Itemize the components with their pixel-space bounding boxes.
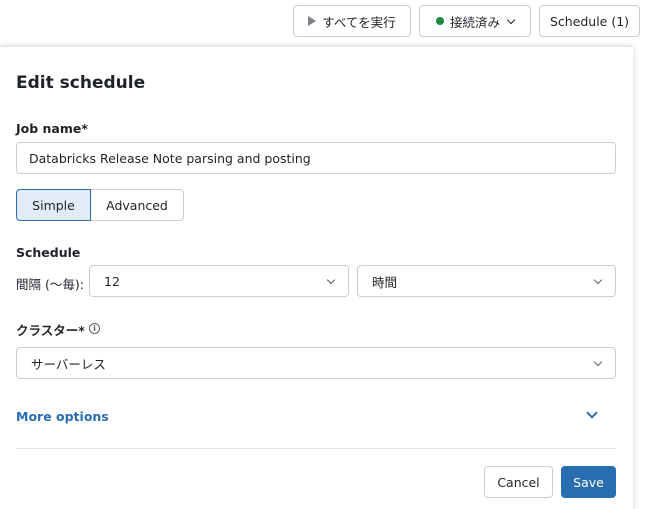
connection-status-button[interactable]: 接続済み bbox=[419, 5, 531, 37]
connected-label: 接続済み bbox=[449, 14, 500, 30]
panel-title: Edit schedule bbox=[16, 73, 146, 93]
interval-label: 間隔 (〜毎): bbox=[16, 277, 84, 292]
cluster-value: サーバーレス bbox=[31, 356, 106, 372]
info-icon[interactable]: i bbox=[89, 323, 100, 334]
schedule-button[interactable]: Schedule (1) bbox=[539, 5, 640, 37]
interval-unit-select[interactable]: 時間 bbox=[357, 265, 616, 297]
schedule-label: Schedule (1) bbox=[549, 13, 630, 29]
cluster-select[interactable]: サーバーレス bbox=[16, 347, 616, 379]
chevron-down-icon bbox=[593, 275, 603, 284]
run-all-label: すべてを実行 bbox=[322, 14, 396, 30]
cancel-button[interactable]: Cancel bbox=[484, 466, 553, 498]
chevron-down-icon bbox=[326, 275, 336, 284]
chevron-down-icon[interactable] bbox=[586, 407, 598, 419]
tab-simple[interactable]: Simple bbox=[16, 189, 91, 221]
job-name-input[interactable] bbox=[16, 142, 616, 174]
run-all-button[interactable]: すべてを実行 bbox=[293, 5, 411, 37]
chevron-down-icon bbox=[506, 15, 516, 24]
job-name-label: Job name* bbox=[16, 121, 88, 136]
interval-select[interactable]: 12 bbox=[89, 265, 349, 297]
cluster-label: クラスター* bbox=[16, 323, 85, 338]
save-button[interactable]: Save bbox=[561, 466, 616, 498]
interval-value: 12 bbox=[104, 273, 120, 289]
schedule-label: Schedule bbox=[16, 245, 81, 260]
play-icon bbox=[308, 16, 317, 26]
tab-advanced[interactable]: Advanced bbox=[91, 189, 184, 221]
top-toolbar: すべてを実行 接続済み Schedule (1) bbox=[0, 0, 645, 46]
interval-unit-value: 時間 bbox=[372, 274, 398, 290]
status-dot-icon bbox=[435, 17, 444, 25]
edit-schedule-panel: Edit schedule Job name* Simple Advanced … bbox=[0, 46, 633, 509]
chevron-down-icon bbox=[593, 357, 603, 366]
more-options-toggle[interactable]: More options bbox=[16, 409, 109, 424]
divider bbox=[16, 448, 616, 449]
schedule-mode-toggle: Simple Advanced bbox=[16, 189, 184, 221]
